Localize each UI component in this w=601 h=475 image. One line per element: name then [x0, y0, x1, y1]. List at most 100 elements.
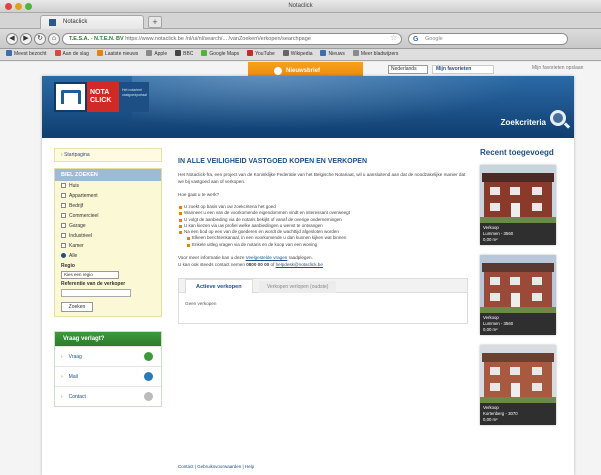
region-label: Regio: [61, 263, 75, 269]
bookmark-item[interactable]: Aan de slag: [54, 49, 89, 60]
browser-tab[interactable]: Notaclick: [40, 15, 144, 29]
type-option[interactable]: Kamer: [55, 241, 161, 251]
window-titlebar: Notaclick: [0, 0, 601, 13]
home-label: Startpagina: [64, 152, 90, 158]
type-option[interactable]: Garage: [55, 221, 161, 231]
question-item[interactable]: › Vraag: [55, 346, 161, 366]
sales-tab-row: Actieve verkopen Verkopen verlopen (ouds…: [179, 279, 467, 294]
save-favorites-link[interactable]: Mijn favorieten opslaan: [532, 65, 583, 71]
question-label: Contact: [68, 394, 86, 400]
question-item[interactable]: › Mail: [55, 366, 161, 386]
question-item[interactable]: › Contact: [55, 386, 161, 406]
reload-button[interactable]: ↻: [34, 33, 46, 45]
newsletter-label: Nieuwsbrief: [286, 68, 321, 74]
forward-button[interactable]: ▶: [20, 33, 32, 45]
type-label: Garage: [69, 223, 86, 229]
url-host: T.E.S.A. - N.T.E.N. BV: [69, 36, 124, 42]
question-icon: [144, 352, 153, 361]
question-label: Mail: [68, 374, 78, 380]
bookmark-item[interactable]: BBC: [175, 49, 193, 60]
bookmark-item[interactable]: Nieuws: [320, 49, 345, 60]
page-viewport: Nieuwsbrief Nederlands Mijn favorieten M…: [0, 62, 601, 475]
footer-links[interactable]: Contact | Gebruiksvoorwaarden | Help: [178, 464, 254, 469]
property-card[interactable]: Verkoop Kortenberg - 3070 0,00 m²: [480, 345, 556, 425]
property-price: 0,00 m²: [483, 327, 498, 332]
new-tab-button[interactable]: +: [148, 16, 162, 28]
bookmark-star-icon[interactable]: ☆: [390, 33, 397, 42]
faq-link[interactable]: Veelgestelde vragen: [246, 255, 288, 260]
checkbox-icon: [61, 213, 66, 218]
bookmark-item[interactable]: Apple: [146, 49, 167, 60]
search-button[interactable]: Zoeken: [61, 302, 93, 312]
favorites-link[interactable]: Mijn favorieten: [432, 65, 494, 74]
contact-email-link[interactable]: helpdesk@notaclick.be: [276, 262, 323, 267]
type-label: Appartement: [69, 193, 98, 199]
type-label: Commercieel: [69, 213, 99, 219]
bookmark-item[interactable]: Meest bezocht: [6, 49, 47, 60]
bookmark-item[interactable]: Wikipedia: [282, 49, 312, 60]
help-text: Voor meer informatie kan u deze Veelgest…: [178, 254, 468, 261]
search-input[interactable]: G Google: [408, 33, 568, 45]
bookmark-item[interactable]: Google Maps: [201, 49, 239, 60]
tab-title: Notaclick: [63, 19, 88, 25]
bookmarks-bar: Meest bezocht Aan de slag Laatste nieuws Ap…: [0, 49, 601, 61]
property-caption: Verkoop Kortenberg - 3070 0,00 m²: [480, 403, 556, 425]
region-select[interactable]: Kies een regio: [61, 271, 119, 279]
url-input[interactable]: T.E.S.A. - N.T.E.N. BV https://www.notac…: [62, 33, 402, 45]
type-option[interactable]: Huis: [55, 181, 161, 191]
type-label: Huis: [69, 183, 80, 189]
search-placeholder: Google: [425, 36, 443, 42]
property-photo[interactable]: [480, 165, 556, 223]
arrow-icon: ›: [61, 354, 63, 360]
home-link[interactable]: › Startpagina: [54, 148, 162, 162]
sales-tabs: Actieve verkopen Verkopen verlopen (ouds…: [178, 278, 468, 325]
banner-swoosh: [132, 76, 574, 138]
property-photo[interactable]: [480, 345, 556, 403]
magnifier-icon[interactable]: [550, 110, 566, 126]
contact-text: U kan ook steeds contact nemen 0800 00 0…: [178, 261, 468, 268]
radio-selected-icon: [61, 253, 66, 258]
property-card[interactable]: Verkoop Lummen - 3560 0,00 m²: [480, 255, 556, 335]
tab-active-sales[interactable]: Actieve verkopen: [185, 279, 253, 294]
type-label: Alle: [69, 253, 78, 259]
home-button[interactable]: ⌂: [48, 33, 60, 45]
bookmark-item[interactable]: Meer bladwijzers: [352, 49, 399, 60]
left-column: › Startpagina BIEL ZOEKEN Huis Appartemen…: [54, 148, 162, 407]
property-card[interactable]: Verkoop Lummen - 3560 0,00 m²: [480, 165, 556, 245]
tab-bar: Notaclick +: [0, 13, 601, 29]
steps-list: U zoekt op basis van uw zoekcriteria het…: [178, 204, 468, 248]
type-option[interactable]: Industrieel: [55, 231, 161, 241]
arrow-icon: ›: [61, 394, 63, 400]
type-label: Bedrijf: [69, 203, 84, 209]
tab-expired-sales[interactable]: Verkopen verlopen (oudste): [259, 281, 337, 294]
bookmark-icon: [6, 50, 12, 56]
type-option[interactable]: Bedrijf: [55, 201, 161, 211]
arrow-icon: ›: [61, 374, 63, 380]
type-option[interactable]: Appartement: [55, 191, 161, 201]
property-photo[interactable]: [480, 255, 556, 313]
bookmark-item[interactable]: Laatste nieuws: [96, 49, 138, 60]
bookmark-item[interactable]: YouTube: [247, 49, 275, 60]
bookmark-icon: [146, 50, 153, 56]
search-criteria-link[interactable]: Zoekcriteria: [501, 118, 546, 127]
property-type-list: Huis Appartement Bedrijf Commercieel Garage I…: [55, 181, 161, 251]
bookmark-label: Google Maps: [209, 51, 240, 57]
type-option-all[interactable]: Alle: [55, 251, 161, 261]
bookmark-icon: [54, 50, 61, 56]
help-suffix: raadplegen.: [288, 255, 313, 261]
checkbox-icon: [61, 223, 66, 228]
language-select[interactable]: Nederlands: [388, 65, 428, 74]
how-heading: Hoe gaat u te werk?: [178, 192, 220, 197]
newsletter-icon: [274, 67, 282, 75]
type-label: Kamer: [69, 243, 84, 249]
google-icon: G: [413, 36, 419, 43]
reference-input[interactable]: [61, 289, 131, 297]
logo-house-icon[interactable]: [54, 82, 87, 112]
logo-wordmark[interactable]: NOTA CLICK: [87, 82, 119, 112]
bookmark-label: Meer bladwijzers: [360, 51, 399, 57]
site-container: NOTA CLICK Het notarieel vastgoedportaal…: [42, 76, 574, 475]
reference-label: Referentie van de verkoper: [61, 281, 126, 287]
type-option[interactable]: Commercieel: [55, 211, 161, 221]
back-button[interactable]: ◀: [6, 33, 18, 45]
help-prefix: Voor meer informatie kan u deze: [178, 255, 245, 261]
